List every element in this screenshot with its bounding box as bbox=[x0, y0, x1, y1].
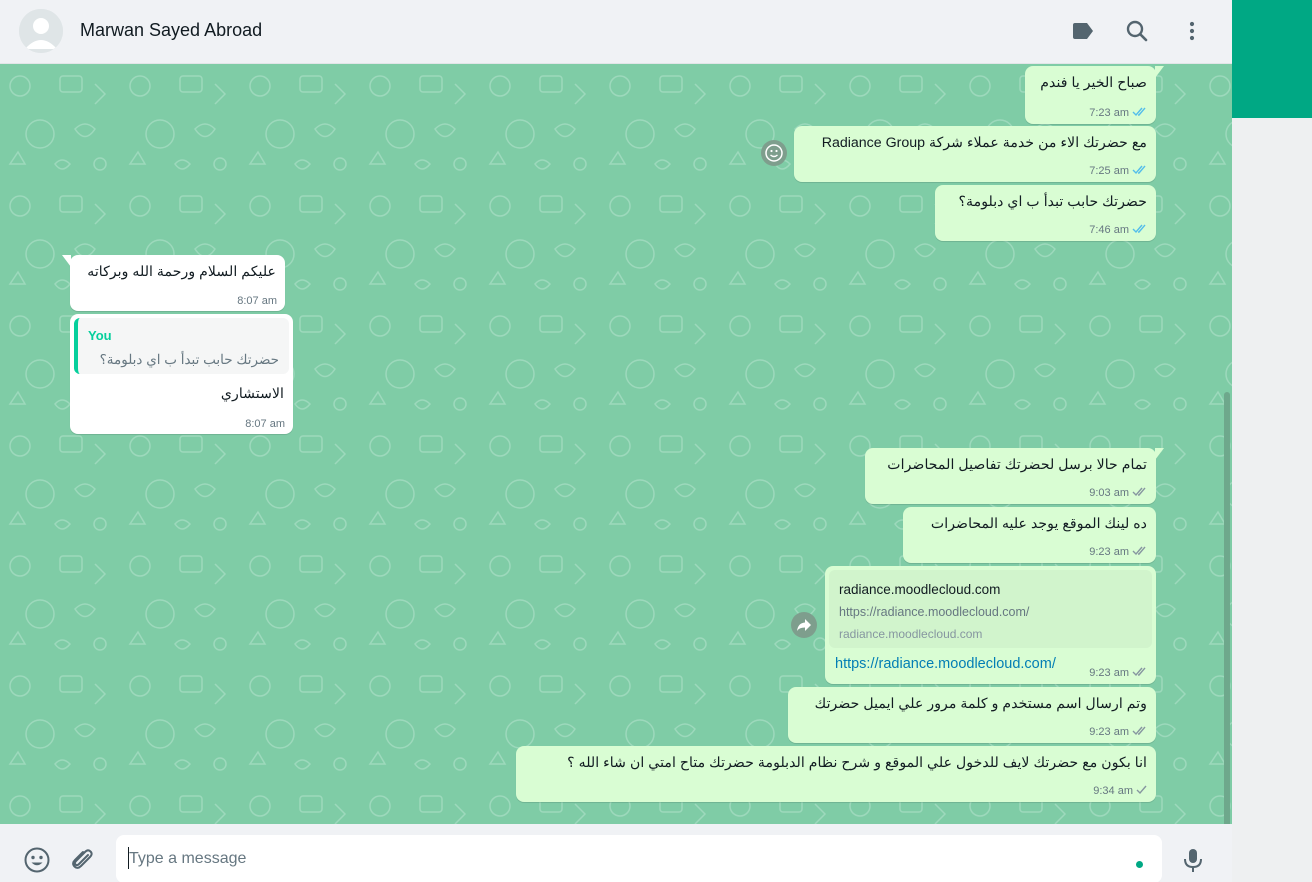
message-time: 7:25 am bbox=[1089, 165, 1129, 177]
side-panel-accent bbox=[1232, 0, 1312, 118]
message-meta: 7:25 am bbox=[1089, 164, 1148, 178]
grammar-indicator-icon bbox=[1136, 861, 1143, 868]
forward-icon[interactable] bbox=[791, 612, 817, 638]
message-bubble-incoming-reply[interactable]: You حضرتك حابب تبدأ ب اي دبلومة؟ الاستشا… bbox=[70, 314, 293, 434]
link-preview-title: radiance.moodlecloud.com bbox=[839, 582, 1001, 597]
mic-icon[interactable] bbox=[1179, 846, 1207, 874]
message-time: 8:07 am bbox=[237, 295, 277, 307]
quote-text: حضرتك حابب تبدأ ب اي دبلومة؟ bbox=[99, 352, 279, 367]
message-bubble-incoming[interactable]: عليكم السلام ورحمة الله وبركاته 8:07 am bbox=[62, 255, 285, 311]
message-bubble-outgoing[interactable]: تمام حالا برسل لحضرتك تفاصيل المحاضرات 9… bbox=[865, 448, 1164, 504]
link-preview-domain: radiance.moodlecloud.com bbox=[839, 627, 983, 641]
message-meta: 9:34 am bbox=[1093, 784, 1148, 798]
link-preview-description: https://radiance.moodlecloud.com/ bbox=[839, 605, 1030, 619]
avatar-placeholder-icon bbox=[19, 9, 63, 53]
contact-name[interactable]: Marwan Sayed Abroad bbox=[80, 20, 262, 41]
delivered-ticks-icon bbox=[1132, 725, 1148, 739]
message-bubble-outgoing[interactable]: ده لينك الموقع يوجد عليه المحاضرات 9:23 … bbox=[903, 507, 1156, 563]
menu-icon[interactable] bbox=[1179, 18, 1205, 44]
labels-icon[interactable] bbox=[1070, 18, 1096, 44]
message-meta: 9:03 am bbox=[1089, 486, 1148, 500]
message-bubble-outgoing[interactable]: صباح الخير يا فندم 7:23 am bbox=[1025, 66, 1164, 124]
message-meta: 9:23 am bbox=[1089, 725, 1148, 739]
emoji-icon[interactable] bbox=[23, 846, 51, 874]
contact-avatar[interactable] bbox=[19, 9, 63, 53]
message-composer bbox=[0, 824, 1232, 882]
message-bubble-outgoing[interactable]: مع حضرتك الاء من خدمة عملاء شركة Radianc… bbox=[794, 126, 1156, 182]
message-bubble-link-preview[interactable]: radiance.moodlecloud.com https://radianc… bbox=[825, 566, 1156, 684]
sent-tick-icon bbox=[1136, 784, 1148, 798]
message-meta: 8:07 am bbox=[237, 295, 277, 307]
delivered-ticks-icon bbox=[1132, 545, 1148, 559]
message-text: ده لينك الموقع يوجد عليه المحاضرات bbox=[930, 516, 1147, 532]
message-meta: 7:23 am bbox=[1089, 106, 1148, 120]
message-text: الاستشاري bbox=[220, 386, 284, 402]
side-panel-background bbox=[1232, 118, 1312, 882]
message-bubble-outgoing[interactable]: وتم ارسال اسم مستخدم و كلمة مرور علي ايم… bbox=[788, 687, 1156, 743]
delivered-ticks-icon bbox=[1132, 666, 1148, 680]
delivered-ticks-icon bbox=[1132, 486, 1148, 500]
search-icon[interactable] bbox=[1124, 18, 1150, 44]
message-text: وتم ارسال اسم مستخدم و كلمة مرور علي ايم… bbox=[814, 696, 1147, 712]
message-meta: 8:07 am bbox=[245, 418, 285, 430]
read-ticks-icon bbox=[1132, 223, 1148, 237]
message-link[interactable]: https://radiance.moodlecloud.com/ bbox=[835, 656, 1056, 672]
link-preview-card[interactable]: radiance.moodlecloud.com https://radianc… bbox=[829, 570, 1152, 648]
read-ticks-icon bbox=[1132, 164, 1148, 178]
message-list[interactable]: صباح الخير يا فندم 7:23 am مع حضرتك الاء… bbox=[0, 64, 1232, 824]
message-time: 9:23 am bbox=[1089, 667, 1129, 679]
message-meta: 9:23 am bbox=[1089, 666, 1148, 680]
message-time: 7:46 am bbox=[1089, 224, 1129, 236]
message-text: عليكم السلام ورحمة الله وبركاته bbox=[87, 264, 276, 280]
bubble-tail bbox=[1155, 66, 1164, 78]
message-text: انا بكون مع حضرتك لايف للدخول علي الموقع… bbox=[567, 755, 1147, 771]
bubble-tail bbox=[62, 255, 71, 267]
message-meta: 9:23 am bbox=[1089, 545, 1148, 559]
emoji-reaction-icon[interactable] bbox=[761, 140, 787, 166]
message-text: تمام حالا برسل لحضرتك تفاصيل المحاضرات bbox=[887, 457, 1147, 473]
quote-author: You bbox=[88, 328, 112, 343]
message-meta: 7:46 am bbox=[1089, 223, 1148, 237]
read-ticks-icon bbox=[1132, 106, 1148, 120]
message-text: حضرتك حابب تبدأ ب اي دبلومة؟ bbox=[958, 194, 1147, 210]
message-time: 9:03 am bbox=[1089, 487, 1129, 499]
quoted-message[interactable]: You حضرتك حابب تبدأ ب اي دبلومة؟ bbox=[74, 318, 289, 374]
message-input-box[interactable] bbox=[116, 835, 1162, 882]
message-input[interactable] bbox=[129, 835, 1109, 882]
message-time: 9:23 am bbox=[1089, 726, 1129, 738]
message-time: 9:34 am bbox=[1093, 785, 1133, 797]
message-time: 8:07 am bbox=[245, 418, 285, 430]
chat-header: Marwan Sayed Abroad bbox=[0, 0, 1232, 64]
chat-window: Marwan Sayed Abroad صباح الخير يا فندم 7… bbox=[0, 0, 1232, 882]
chat-scrollbar[interactable] bbox=[1224, 392, 1230, 824]
attach-icon[interactable] bbox=[68, 846, 96, 874]
message-time: 9:23 am bbox=[1089, 546, 1129, 558]
message-bubble-outgoing[interactable]: انا بكون مع حضرتك لايف للدخول علي الموقع… bbox=[516, 746, 1156, 802]
message-bubble-outgoing[interactable]: حضرتك حابب تبدأ ب اي دبلومة؟ 7:46 am bbox=[935, 185, 1156, 241]
message-text: صباح الخير يا فندم bbox=[1040, 75, 1147, 91]
message-text: مع حضرتك الاء من خدمة عملاء شركة Radianc… bbox=[821, 135, 1147, 151]
bubble-tail bbox=[1155, 448, 1164, 460]
message-time: 7:23 am bbox=[1089, 107, 1129, 119]
